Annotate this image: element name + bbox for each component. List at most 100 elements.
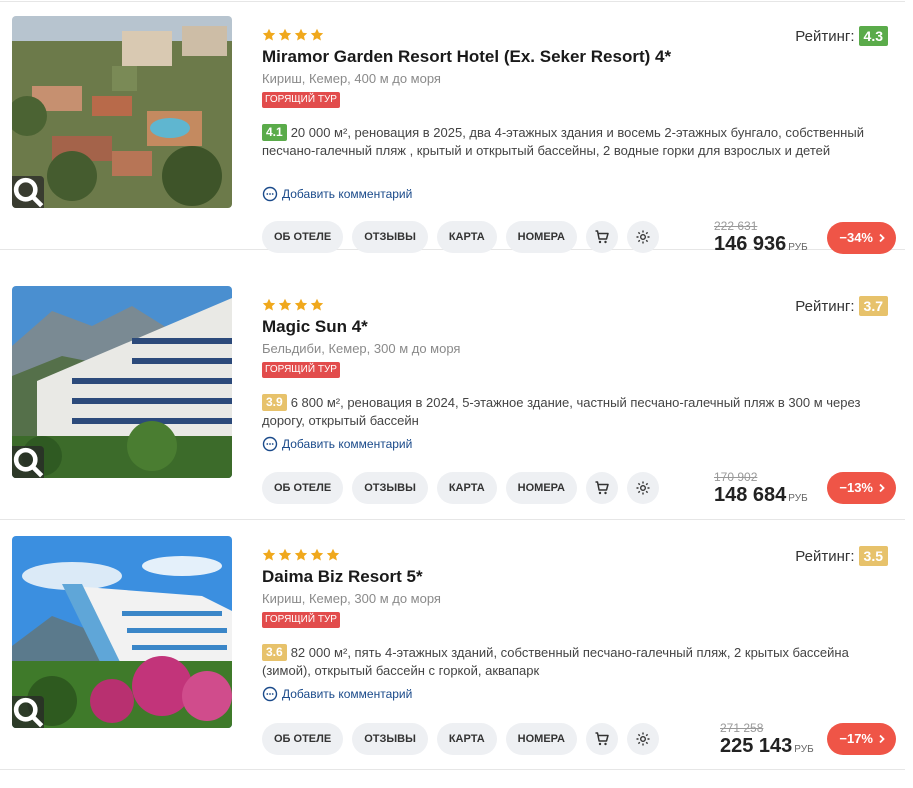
cart-button[interactable] [586, 472, 618, 504]
action-buttons: ОБ ОТЕЛЕ ОТЗЫВЫ КАРТА НОМЕРА [262, 221, 659, 253]
rating-label: Рейтинг: [795, 27, 855, 45]
gear-icon [636, 481, 650, 495]
hotel-photo[interactable] [12, 16, 232, 208]
comment-icon [262, 686, 278, 702]
rating-value: 4.3 [858, 26, 888, 46]
add-comment-link[interactable]: Добавить комментарий [262, 185, 412, 203]
currency: РУБ [788, 493, 808, 504]
star-rating [262, 548, 340, 562]
hotel-card: Magic Sun 4* Бельдиби, Кемер, 300 м до м… [0, 270, 905, 520]
search-icon [13, 697, 44, 728]
search-icon [13, 177, 44, 208]
price-block: 222 631 146 936 РУБ [714, 219, 808, 259]
star-icon [262, 548, 276, 561]
hotel-photo-image [12, 16, 232, 208]
score-badge: 3.9 [262, 394, 287, 411]
action-buttons: ОБ ОТЕЛЕ ОТЗЫВЫ КАРТА НОМЕРА [262, 723, 659, 755]
rating-value: 3.5 [858, 546, 888, 566]
star-icon [278, 298, 292, 311]
old-price: 222 631 [714, 219, 758, 233]
about-hotel-button[interactable]: ОБ ОТЕЛЕ [262, 723, 344, 755]
map-button[interactable]: КАРТА [436, 221, 497, 253]
old-price: 170 902 [714, 470, 758, 484]
hot-tour-badge: ГОРЯЩИЙ ТУР [262, 92, 340, 108]
star-icon [310, 28, 324, 41]
cart-button[interactable] [586, 723, 618, 755]
score-badge: 4.1 [262, 124, 287, 141]
rating-label: Рейтинг: [795, 547, 855, 565]
chevron-right-icon [879, 734, 885, 744]
about-hotel-button[interactable]: ОБ ОТЕЛЕ [262, 221, 344, 253]
settings-button[interactable] [627, 472, 659, 504]
star-icon [262, 28, 276, 41]
hotel-photo[interactable] [12, 536, 232, 728]
cart-button[interactable] [586, 221, 618, 253]
map-button[interactable]: КАРТА [436, 472, 497, 504]
hotel-name[interactable]: Magic Sun 4* [262, 317, 368, 337]
new-price: 146 936 РУБ [714, 233, 808, 259]
hotel-photo-image [12, 536, 232, 728]
new-price-value: 225 143 [720, 735, 793, 757]
new-price: 225 143 РУБ [720, 735, 814, 761]
star-icon [294, 298, 308, 311]
new-price-value: 148 684 [714, 484, 787, 506]
star-icon [310, 298, 324, 311]
star-icon [278, 548, 292, 561]
star-rating [262, 28, 324, 42]
zoom-button[interactable] [12, 446, 44, 478]
rooms-button[interactable]: НОМЕРА [505, 723, 577, 755]
add-comment-link[interactable]: Добавить комментарий [262, 435, 412, 453]
hotel-rating: Рейтинг: 3.5 [795, 546, 888, 566]
reviews-button[interactable]: ОТЗЫВЫ [352, 472, 428, 504]
rooms-button[interactable]: НОМЕРА [505, 472, 577, 504]
description-text: 20 000 м², реновация в 2025, два 4-этажн… [262, 125, 864, 158]
search-icon [13, 447, 44, 478]
rating-label: Рейтинг: [795, 297, 855, 315]
add-comment-label: Добавить комментарий [282, 437, 413, 451]
description-text: 6 800 м², реновация в 2024, 5-этажное зд… [262, 395, 861, 428]
hotel-rating: Рейтинг: 3.7 [795, 296, 888, 316]
hotel-location: Кириш, Кемер, 400 м до моря [262, 71, 441, 86]
about-hotel-button[interactable]: ОБ ОТЕЛЕ [262, 472, 344, 504]
add-comment-label: Добавить комментарий [282, 687, 413, 701]
settings-button[interactable] [627, 221, 659, 253]
reviews-button[interactable]: ОТЗЫВЫ [352, 221, 428, 253]
rooms-button[interactable]: НОМЕРА [505, 221, 577, 253]
zoom-button[interactable] [12, 176, 44, 208]
hot-tour-badge: ГОРЯЩИЙ ТУР [262, 362, 340, 378]
discount-button[interactable]: −17% [827, 723, 896, 755]
hotel-card: Daima Biz Resort 5* Кириш, Кемер, 300 м … [0, 520, 905, 770]
currency: РУБ [788, 242, 808, 253]
reviews-button[interactable]: ОТЗЫВЫ [352, 723, 428, 755]
star-rating [262, 298, 324, 312]
hotel-rating: Рейтинг: 4.3 [795, 26, 888, 46]
hotel-name[interactable]: Daima Biz Resort 5* [262, 567, 423, 587]
new-price: 148 684 РУБ [714, 484, 808, 510]
settings-button[interactable] [627, 723, 659, 755]
hotel-photo[interactable] [12, 286, 232, 478]
gear-icon [636, 732, 650, 746]
cart-icon [595, 481, 609, 495]
discount-button[interactable]: −34% [827, 222, 896, 254]
star-icon [294, 28, 308, 41]
zoom-button[interactable] [12, 696, 44, 728]
rating-value: 3.7 [858, 296, 888, 316]
new-price-value: 146 936 [714, 233, 787, 255]
star-icon [262, 298, 276, 311]
hotel-location: Кириш, Кемер, 300 м до моря [262, 591, 441, 606]
hotel-description: 3.6 82 000 м², пять 4-этажных зданий, соб… [262, 644, 897, 680]
currency: РУБ [794, 744, 814, 755]
add-comment-label: Добавить комментарий [282, 187, 413, 201]
discount-button[interactable]: −13% [827, 472, 896, 504]
cart-icon [595, 732, 609, 746]
chevron-right-icon [879, 233, 885, 243]
chevron-right-icon [879, 483, 885, 493]
star-icon [294, 548, 308, 561]
map-button[interactable]: КАРТА [436, 723, 497, 755]
action-buttons: ОБ ОТЕЛЕ ОТЗЫВЫ КАРТА НОМЕРА [262, 472, 659, 504]
hotel-name[interactable]: Miramor Garden Resort Hotel (Ex. Seker R… [262, 47, 671, 67]
discount-value: −34% [839, 230, 873, 245]
add-comment-link[interactable]: Добавить комментарий [262, 685, 412, 703]
cart-icon [595, 230, 609, 244]
discount-value: −13% [839, 480, 873, 495]
